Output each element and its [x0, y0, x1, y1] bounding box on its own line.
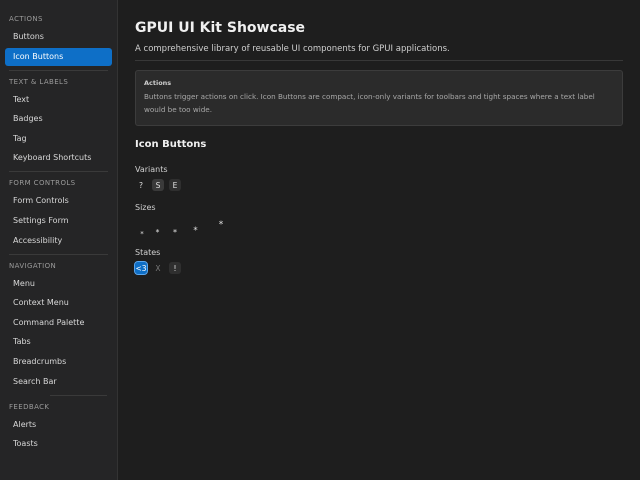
variants-row: ? S E	[135, 179, 623, 191]
callout-title: Actions	[144, 79, 172, 87]
close-icon-button: X	[155, 263, 161, 273]
asterisk-icon-button-sm[interactable]: *	[149, 228, 166, 237]
sidebar-item-accessibility[interactable]: Accessibility	[5, 232, 112, 250]
states-row: <3 X !	[134, 261, 623, 275]
sidebar-section-form-controls: FORM CONTROLS	[9, 179, 76, 188]
sidebar-divider	[9, 69, 108, 71]
e-icon-button[interactable]: E	[169, 179, 181, 191]
sidebar-item-tag[interactable]: Tag	[5, 130, 112, 148]
asterisk-icon-button-lg[interactable]: *	[184, 226, 207, 236]
variants-label: Variants	[135, 165, 168, 174]
sidebar-item-form-controls[interactable]: Form Controls	[5, 192, 112, 210]
sidebar-item-context-menu[interactable]: Context Menu	[5, 294, 112, 312]
alert-icon-button[interactable]: !	[169, 262, 181, 274]
sidebar-section-text-labels: TEXT & LABELS	[9, 77, 69, 86]
sizes-row: * * * * *	[135, 214, 623, 238]
sidebar-section-feedback: FEEDBACK	[9, 402, 50, 411]
sidebar-item-breadcrumbs[interactable]: Breadcrumbs	[5, 353, 112, 371]
info-callout: Actions Buttons trigger actions on click…	[135, 70, 623, 126]
sidebar-item-buttons[interactable]: Buttons	[5, 28, 112, 46]
sidebar-item-badges[interactable]: Badges	[5, 110, 112, 128]
sidebar-divider	[9, 171, 108, 173]
sidebar-item-command-palette[interactable]: Command Palette	[5, 314, 112, 332]
sidebar-item-keyboard-shortcuts[interactable]: Keyboard Shortcuts	[5, 149, 112, 167]
section-heading: Icon Buttons	[135, 139, 207, 150]
sidebar-section-actions: ACTIONS	[9, 15, 43, 23]
main-content: GPUI UI Kit Showcase A comprehensive lib…	[118, 0, 640, 480]
sidebar-item-search-bar[interactable]: Search Bar	[5, 373, 112, 391]
sidebar-divider	[50, 394, 107, 396]
sidebar-item-alerts[interactable]: Alerts	[5, 416, 112, 434]
asterisk-icon-button-xl[interactable]: *	[207, 220, 235, 230]
heart-icon-button[interactable]: <3	[134, 261, 148, 275]
sidebar-section-navigation: NAVIGATION	[9, 261, 57, 270]
sidebar-item-menu[interactable]: Menu	[5, 275, 112, 293]
page-subtitle: A comprehensive library of reusable UI c…	[135, 44, 450, 54]
sizes-label: Sizes	[135, 203, 156, 212]
sidebar: ACTIONS Buttons Icon Buttons TEXT & LABE…	[0, 0, 118, 480]
header-divider	[135, 60, 623, 61]
sidebar-item-tabs[interactable]: Tabs	[5, 333, 112, 351]
asterisk-icon-button-md[interactable]: *	[166, 228, 184, 237]
sidebar-divider	[9, 253, 108, 255]
sidebar-item-icon-buttons[interactable]: Icon Buttons	[5, 47, 112, 66]
help-icon-button[interactable]: ?	[135, 179, 147, 191]
callout-body: Buttons trigger actions on click. Icon B…	[144, 92, 595, 114]
asterisk-icon-button-xs[interactable]: *	[135, 230, 149, 238]
page-title: GPUI UI Kit Showcase	[135, 20, 306, 36]
sidebar-item-toasts[interactable]: Toasts	[5, 435, 112, 453]
states-label: States	[135, 248, 161, 257]
sidebar-item-text[interactable]: Text	[5, 91, 112, 109]
app-window: ACTIONS Buttons Icon Buttons TEXT & LABE…	[0, 0, 640, 480]
sidebar-item-settings-form[interactable]: Settings Form	[5, 212, 112, 230]
s-icon-button[interactable]: S	[152, 179, 164, 191]
